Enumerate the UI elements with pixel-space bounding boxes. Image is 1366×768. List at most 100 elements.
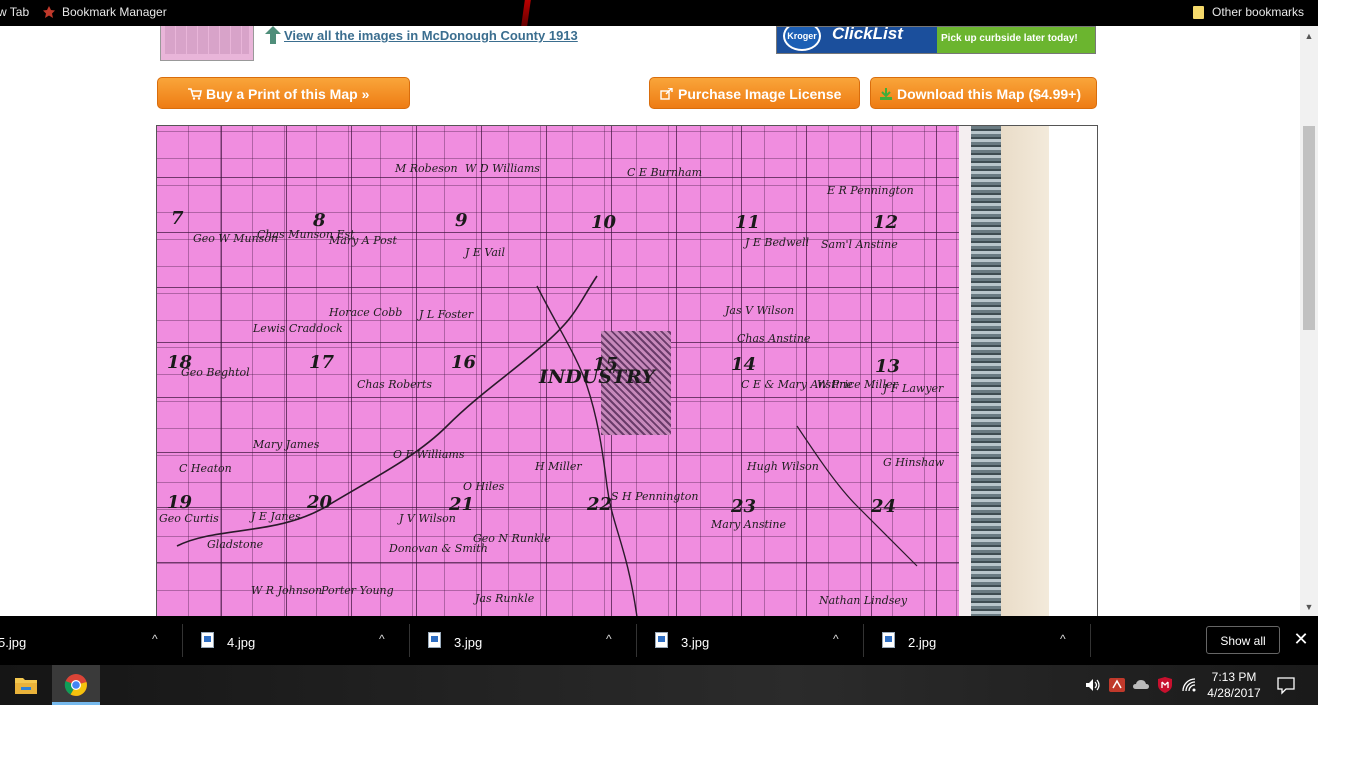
divider xyxy=(1090,624,1091,657)
owner-label: Mary A Post xyxy=(329,234,397,247)
owner-label: Geo Beghtol xyxy=(181,366,250,379)
section-number: 11 xyxy=(735,212,761,233)
map-thumbnail[interactable] xyxy=(160,26,254,61)
section-number: 13 xyxy=(875,356,901,377)
owner-label: J F Lawyer xyxy=(883,382,944,395)
downloads-shelf: 5.jpg ^ 4.jpg ^ 3.jpg ^ 3.jpg ^ 2.jpg ^ … xyxy=(0,616,1318,665)
clock-time: 7:13 PM xyxy=(1211,670,1257,684)
owner-label: E R Pennington xyxy=(827,184,914,197)
chevron-up-icon[interactable]: ^ xyxy=(833,632,839,646)
chevron-up-icon[interactable]: ^ xyxy=(1060,632,1066,646)
owner-label: J E Vail xyxy=(465,246,505,259)
background-accent xyxy=(521,0,531,26)
download-item[interactable]: 2.jpg ^ xyxy=(864,616,1090,665)
owner-label: W R Johnson xyxy=(251,584,323,597)
external-link-icon xyxy=(660,88,673,100)
owner-label: C E Burnham xyxy=(627,166,703,179)
other-bookmarks-folder[interactable]: Other bookmarks xyxy=(1212,5,1304,19)
owner-label: Porter Young xyxy=(321,584,394,597)
bookmark-manager-link[interactable]: Bookmark Manager xyxy=(62,5,167,19)
owner-label: O F Williams xyxy=(393,448,465,461)
ad-cta-text: Pick up curbside later today! xyxy=(941,33,1078,44)
purchase-license-label: Purchase Image License xyxy=(678,86,842,102)
wifi-icon[interactable] xyxy=(1180,676,1198,694)
folder-icon xyxy=(1193,6,1204,19)
clock[interactable]: 7:13 PM 4/28/2017 xyxy=(1202,669,1266,701)
owner-label: Nathan Lindsey xyxy=(819,594,908,607)
section-number: 19 xyxy=(167,492,193,513)
windows-taskbar: 7:13 PM 4/28/2017 xyxy=(0,665,1318,705)
chevron-up-icon[interactable]: ^ xyxy=(379,632,385,646)
town-label: INDUSTRY xyxy=(539,366,655,388)
view-all-images-link[interactable]: View all the images in McDonough County … xyxy=(284,28,578,43)
section-number: 20 xyxy=(307,492,333,513)
section-number: 9 xyxy=(455,210,468,231)
map-margin xyxy=(959,126,971,616)
arrow-up-icon xyxy=(265,26,281,44)
section-number: 23 xyxy=(731,496,757,517)
kroger-ad-banner[interactable]: Kroger ClickList Pick up curbside later … xyxy=(776,26,1096,54)
scroll-thumb[interactable] xyxy=(1303,126,1315,330)
owner-label: J E Janes xyxy=(251,510,301,523)
owner-label: Chas Roberts xyxy=(357,378,432,391)
owner-label: J V Wilson xyxy=(399,512,456,525)
owner-label: Hugh Wilson xyxy=(747,460,819,473)
owner-label: H Miller xyxy=(535,460,582,473)
bookmark-new-tab[interactable]: w Tab xyxy=(0,5,29,19)
owner-label: J E Bedwell xyxy=(745,236,810,249)
map-decorative-border xyxy=(971,126,1001,616)
map-image[interactable]: 7 8 9 10 11 12 18 17 16 15 14 13 19 20 2… xyxy=(156,125,1098,616)
purchase-license-button[interactable]: Purchase Image License xyxy=(649,77,860,109)
download-item[interactable]: 4.jpg ^ xyxy=(183,616,409,665)
security-app-icon[interactable] xyxy=(1108,676,1126,694)
image-file-icon xyxy=(655,632,668,648)
buy-print-button[interactable]: Buy a Print of this Map » xyxy=(157,77,410,109)
chrome-icon xyxy=(64,674,87,696)
ad-brand: ClickList xyxy=(832,26,903,43)
download-filename: 4.jpg xyxy=(227,635,256,650)
map-paper-edge xyxy=(1001,126,1049,616)
owner-label: O Hiles xyxy=(463,480,505,493)
notification-icon[interactable] xyxy=(1276,675,1296,695)
onedrive-icon[interactable] xyxy=(1132,676,1150,694)
download-filename: 3.jpg xyxy=(454,635,483,650)
owner-label: J L Foster xyxy=(419,308,474,321)
owner-label: Mary James xyxy=(253,438,320,451)
chevron-up-icon[interactable]: ^ xyxy=(606,632,612,646)
scroll-down-arrow-icon[interactable]: ▼ xyxy=(1303,602,1315,612)
image-file-icon xyxy=(882,632,895,648)
owner-label: Lewis Craddock xyxy=(253,322,343,335)
section-number: 17 xyxy=(309,352,335,373)
section-number: 12 xyxy=(873,212,899,233)
download-item[interactable]: 3.jpg ^ xyxy=(637,616,863,665)
close-icon[interactable]: ✕ xyxy=(1292,628,1310,650)
download-filename: 2.jpg xyxy=(908,635,937,650)
download-filename: 5.jpg xyxy=(0,635,27,650)
volume-icon[interactable] xyxy=(1084,676,1102,694)
section-number: 10 xyxy=(591,212,617,233)
owner-label: Mary Anstine xyxy=(711,518,786,531)
screen-margin xyxy=(0,705,1366,768)
chrome-taskbar-button[interactable] xyxy=(52,665,100,705)
owner-label: Chas Anstine xyxy=(737,332,811,345)
file-explorer-icon[interactable] xyxy=(12,673,40,697)
owner-label: Jas V Wilson xyxy=(725,304,795,317)
download-item[interactable]: 5.jpg ^ xyxy=(0,616,182,665)
download-item[interactable]: 3.jpg ^ xyxy=(410,616,636,665)
bookmarks-bar: w Tab Bookmark Manager Other bookmarks xyxy=(0,0,1318,26)
cart-icon xyxy=(188,88,202,100)
buy-print-label: Buy a Print of this Map » xyxy=(206,86,370,102)
clock-date: 4/28/2017 xyxy=(1207,686,1261,700)
owner-label: S H Pennington xyxy=(611,490,699,503)
owner-label: Sam'l Anstine xyxy=(821,238,898,251)
show-all-downloads-button[interactable]: Show all xyxy=(1206,626,1280,654)
image-file-icon xyxy=(201,632,214,648)
download-filename: 3.jpg xyxy=(681,635,710,650)
owner-label: Horace Cobb xyxy=(329,306,403,319)
mcafee-shield-icon[interactable] xyxy=(1156,676,1174,694)
section-number: 22 xyxy=(587,494,613,515)
owner-label: W D Williams xyxy=(465,162,540,175)
download-map-button[interactable]: Download this Map ($4.99+) xyxy=(870,77,1097,109)
scroll-up-arrow-icon[interactable]: ▲ xyxy=(1303,31,1315,41)
chevron-up-icon[interactable]: ^ xyxy=(152,632,158,646)
